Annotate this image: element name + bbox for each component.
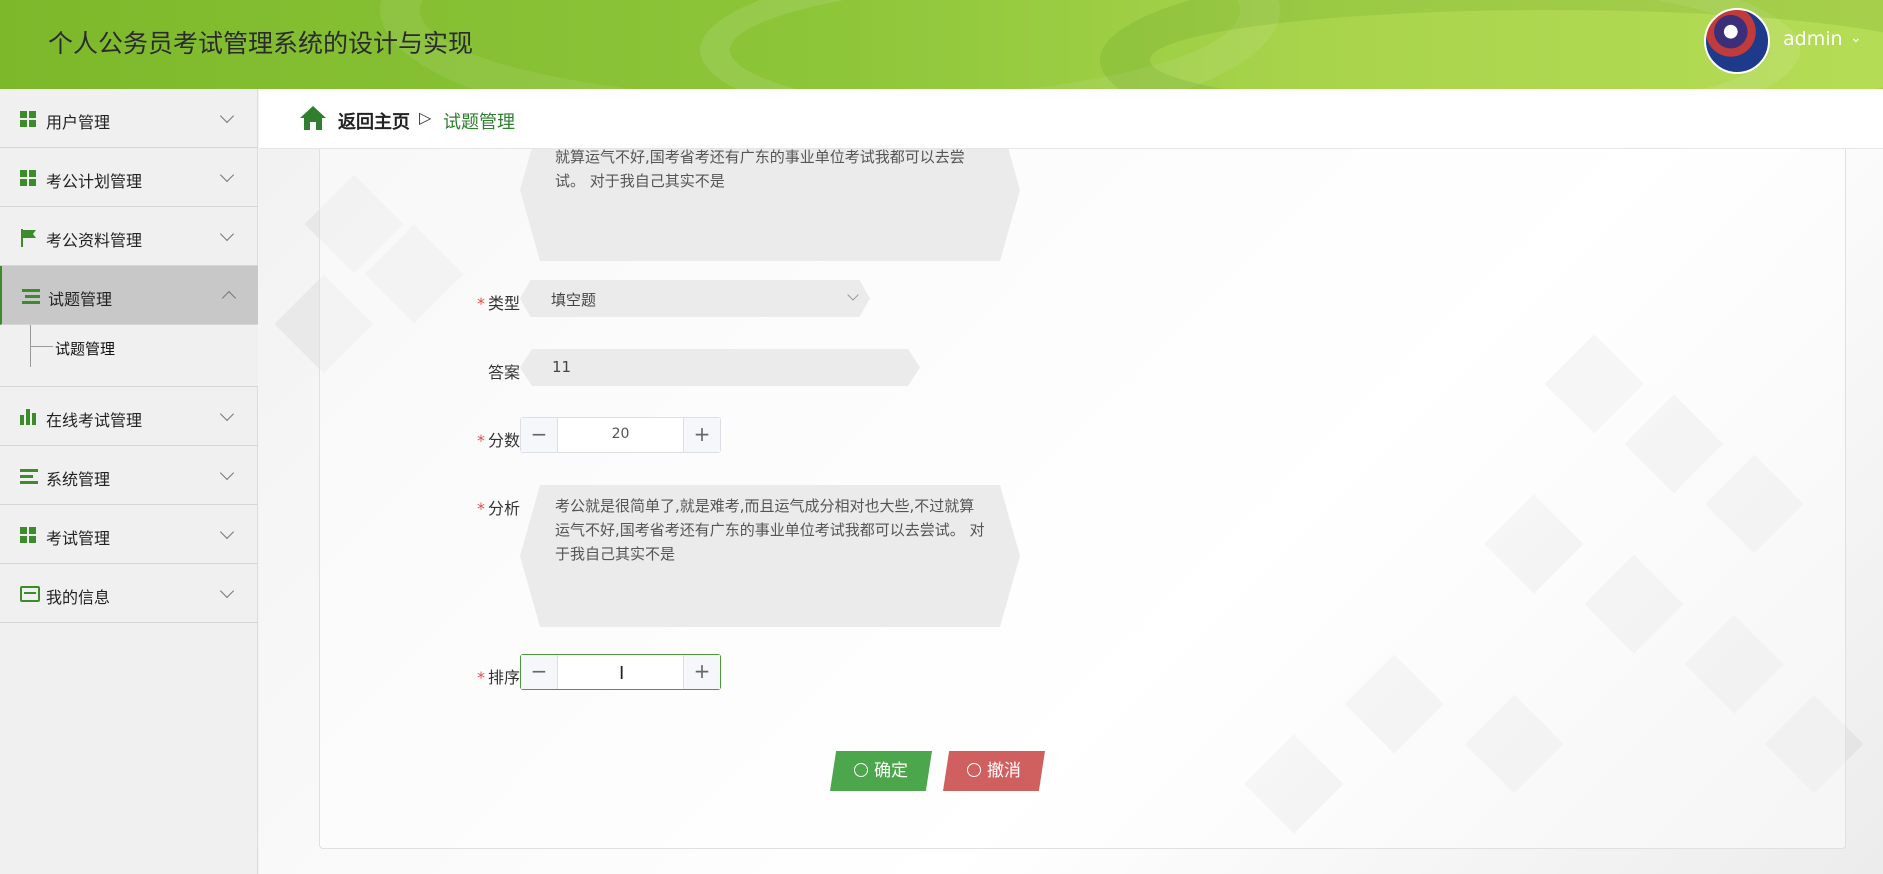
sidebar-item-label: 用户管理 <box>46 113 111 132</box>
answer-value: 11 <box>552 358 572 376</box>
sidebar-item-label: 在线考试管理 <box>46 411 143 430</box>
sort-stepper[interactable]: − I + <box>520 654 721 690</box>
sort-increment-button[interactable]: + <box>683 655 720 689</box>
sidebar-item-system[interactable]: 系统管理 <box>0 446 258 505</box>
sidebar-item-my-info[interactable]: 我的信息 <box>0 564 258 623</box>
analysis-label: * 分析 <box>476 499 520 518</box>
sidebar-item-label: 系统管理 <box>46 470 111 489</box>
grid-icon <box>20 527 38 543</box>
user-avatar[interactable] <box>1704 8 1770 74</box>
breadcrumb-home-link[interactable]: 返回主页 <box>338 108 410 134</box>
close-circle-icon <box>967 763 981 777</box>
sidebar-item-label: 考公计划管理 <box>46 172 143 191</box>
card-icon <box>20 586 40 602</box>
main-content: 就算运气不好,国考省考还有广东的事业单位考试我都可以去尝试。 对于我自己其实不是… <box>259 149 1883 874</box>
sort-label: * 排序 <box>476 668 520 687</box>
score-increment-button[interactable]: + <box>683 418 720 452</box>
bar-chart-icon <box>20 409 38 425</box>
text-cursor-icon: I <box>619 663 625 684</box>
chevron-down-icon <box>219 226 235 242</box>
sidebar-item-label: 考试管理 <box>46 529 111 548</box>
score-value[interactable]: 20 <box>558 426 683 442</box>
chevron-down-icon <box>219 524 235 540</box>
sidebar-item-users[interactable]: 用户管理 <box>0 89 258 148</box>
type-select-value: 填空题 <box>551 291 597 309</box>
list-icon <box>22 288 40 304</box>
sidebar-item-exams[interactable]: 考试管理 <box>0 505 258 564</box>
home-icon[interactable] <box>299 105 327 131</box>
chevron-up-icon <box>221 290 237 306</box>
list-icon <box>20 468 38 484</box>
sidebar: 用户管理 考公计划管理 考公资料管理 试题管理 试题管理 在线考试管理 系统管理… <box>0 89 258 874</box>
score-decrement-button[interactable]: − <box>521 418 558 452</box>
sort-decrement-button[interactable]: − <box>521 655 558 689</box>
chevron-down-icon <box>219 406 235 422</box>
chevron-down-icon <box>219 167 235 183</box>
sidebar-item-materials[interactable]: 考公资料管理 <box>0 207 258 266</box>
chevron-down-icon <box>219 465 235 481</box>
score-stepper[interactable]: − 20 + <box>520 417 721 453</box>
grid-icon <box>20 111 38 127</box>
breadcrumb-separator: ▷ <box>419 108 432 127</box>
sidebar-item-label: 试题管理 <box>48 290 113 309</box>
confirm-button[interactable]: 确定 <box>830 751 932 791</box>
chevron-down-icon <box>219 108 235 124</box>
submenu-item-questions[interactable]: 试题管理 <box>0 325 258 387</box>
chevron-down-icon <box>219 583 235 599</box>
answer-input[interactable] <box>520 349 920 386</box>
flag-icon <box>20 229 38 247</box>
type-label: * 类型 <box>476 294 520 313</box>
submenu-item-label: 试题管理 <box>55 340 116 358</box>
user-menu-name[interactable]: admin <box>1783 28 1843 50</box>
score-label: * 分数 <box>476 431 520 450</box>
sidebar-item-label: 考公资料管理 <box>46 231 143 250</box>
question-text: 就算运气不好,国考省考还有广东的事业单位考试我都可以去尝试。 对于我自己其实不是 <box>555 149 965 190</box>
answer-label: 答案 <box>487 363 520 382</box>
analysis-text: 考公就是很简单了,就是难考,而且运气成分相对也大些,不过就算运气不好,国考省考还… <box>555 497 985 563</box>
chevron-down-icon[interactable]: ⌄ <box>1850 30 1862 46</box>
top-header: 个人公务员考试管理系统的设计与实现 admin ⌄ <box>0 0 1883 89</box>
breadcrumb: 返回主页 ▷ 试题管理 <box>259 89 1883 149</box>
sidebar-item-label: 我的信息 <box>46 588 111 607</box>
breadcrumb-current: 试题管理 <box>443 112 515 133</box>
sidebar-item-questions[interactable]: 试题管理 <box>0 266 258 325</box>
cancel-button[interactable]: 撤消 <box>943 751 1045 791</box>
check-circle-icon <box>854 763 868 777</box>
app-title: 个人公务员考试管理系统的设计与实现 <box>48 29 474 58</box>
sidebar-item-online-exams[interactable]: 在线考试管理 <box>0 387 258 446</box>
grid-icon <box>20 170 38 186</box>
sidebar-item-exam-plans[interactable]: 考公计划管理 <box>0 148 258 207</box>
